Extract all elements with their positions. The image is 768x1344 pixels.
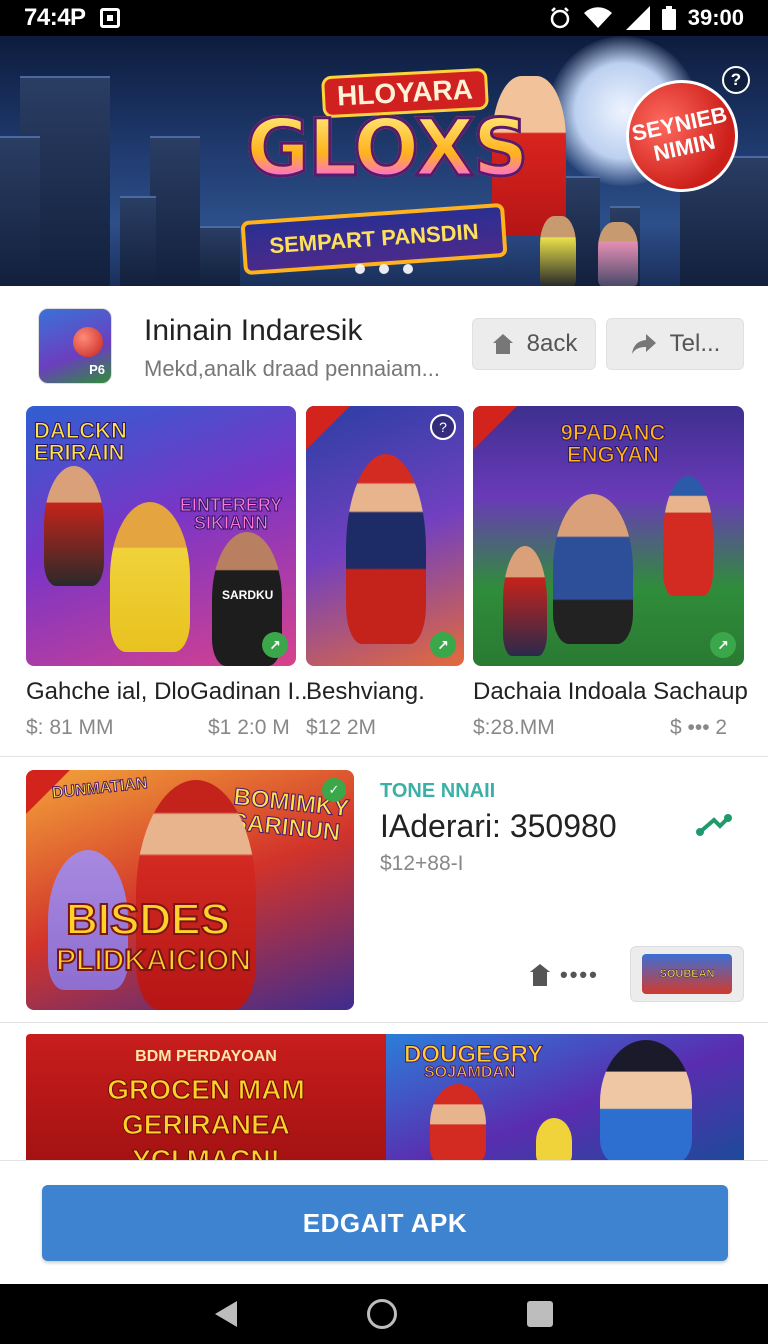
ball-graphic	[73, 327, 103, 357]
notification-icon	[99, 8, 120, 28]
crowd-character	[540, 216, 576, 286]
home-icon	[492, 334, 513, 354]
crowd-character	[598, 222, 638, 286]
featured-image[interactable]: DUNMATIAN BOMIMKY SARINUN BISDES PLIDKAI…	[26, 770, 354, 1010]
logo-main-text: GLOXS	[245, 103, 531, 196]
card-title-graphic: 9PADANC ENGYAN	[560, 420, 666, 467]
app-title: Ininain Indaresik	[144, 314, 363, 347]
card-corner-ribbon	[473, 406, 517, 450]
divider	[0, 756, 768, 757]
player-character	[600, 1040, 692, 1160]
bear-mascot	[536, 1118, 572, 1160]
more-options[interactable]: ••••	[530, 962, 599, 988]
app-header: P6 Ininain Indaresik Mekd,analk draad pe…	[0, 300, 768, 400]
building	[200, 226, 240, 286]
promo-big-line1: GROCEN MAM GERIRANEA	[107, 1074, 306, 1141]
feature-thumbnail[interactable]: SOUBEAN	[630, 946, 744, 1002]
home-circle-icon[interactable]	[367, 1299, 397, 1329]
promo-right-line1: DOUGEGRY	[403, 1041, 544, 1068]
player-character	[503, 546, 547, 656]
recents-icon[interactable]	[527, 1301, 553, 1327]
feature-tag: TONE NNAII	[380, 780, 496, 802]
card-price: $12 2M	[306, 716, 377, 739]
promo-small-text: BDM PERDAYOAN	[135, 1048, 277, 1065]
card-price: $: 81 MM	[26, 716, 114, 739]
player-character	[346, 454, 426, 644]
promo-big-text: GROCEN MAM GERIRANEA YCI MACN!	[26, 1072, 386, 1161]
more-dots: ••••	[560, 962, 599, 987]
info-icon[interactable]: ?	[430, 414, 456, 440]
promo-banner[interactable]: BDM PERDAYOAN GROCEN MAM GERIRANEA YCI M…	[26, 1034, 744, 1160]
wifi-icon	[583, 7, 612, 29]
carousel-dot[interactable]	[403, 264, 413, 274]
share-button-label: Tel...	[669, 330, 721, 357]
bottom-action-bar: EDGAIT APK	[0, 1160, 768, 1284]
feature-title[interactable]: IAderari: 350980	[380, 808, 617, 845]
battery-icon	[661, 6, 676, 30]
promo-left: BDM PERDAYOAN GROCEN MAM GERIRANEA YCI M…	[26, 1034, 386, 1160]
thumbnail-image: SOUBEAN	[642, 954, 732, 994]
card-label[interactable]: Dachaia Indoala Sachaup	[473, 678, 748, 706]
app-subtitle: Mekd,analk draad pennaiam...	[144, 356, 440, 381]
carousel-dot[interactable]	[379, 264, 389, 274]
carousel-dots	[0, 264, 768, 274]
card-action-icon[interactable]: ↗	[262, 632, 288, 658]
divider	[0, 1022, 768, 1023]
player-character	[430, 1084, 486, 1160]
card-price: $:28.MM	[473, 716, 555, 739]
home-icon	[530, 964, 550, 986]
system-nav-bar	[0, 1284, 768, 1344]
status-bar: 74:4P 39:00	[0, 0, 768, 36]
card-action-icon[interactable]: ✓	[322, 778, 346, 802]
feature-image-text-main: BISDES	[65, 895, 231, 944]
share-network-icon[interactable]	[696, 812, 732, 840]
game-card[interactable]: 9PADANC ENGYAN ↗	[473, 406, 744, 666]
signal-icon	[625, 6, 650, 30]
back-button-label: 8ack	[526, 330, 578, 357]
battery-percent: 39:00	[687, 5, 744, 30]
bear-mascot	[110, 502, 190, 652]
game-card[interactable]: DALCKN ERIRAIN EINTERERY SIKIANN SARDKU …	[26, 406, 296, 666]
game-logo: HLOYARA GLOXS SEMPART PANSDIN	[236, 64, 536, 276]
download-apk-button[interactable]: EDGAIT APK	[42, 1185, 728, 1261]
game-card[interactable]: ? ↗	[306, 406, 464, 666]
player-character	[44, 466, 104, 586]
card-price: $ ••• 2	[670, 716, 728, 739]
promo-big-line2: YCI MACN!	[132, 1144, 281, 1161]
card-label[interactable]: Gahche ial, DloGadinan I..	[26, 678, 308, 706]
feature-price: $12+88-I	[380, 852, 464, 875]
share-button[interactable]: Tel...	[606, 318, 744, 370]
feature-image-text-sub: PLIDKAICION	[55, 943, 252, 978]
card-action-icon[interactable]: ↗	[430, 632, 456, 658]
app-icon[interactable]: P6	[38, 308, 112, 384]
card-action-icon[interactable]: ↗	[710, 632, 736, 658]
card-subtitle-graphic: EINTERERY SIKIANN	[179, 495, 283, 533]
status-icons: 39:00	[548, 5, 744, 31]
back-icon[interactable]	[215, 1301, 237, 1327]
card-label[interactable]: Beshviang.	[306, 678, 425, 706]
carousel-dot[interactable]	[355, 264, 365, 274]
card-price: $1 2:0 M	[208, 716, 290, 739]
promo-right-title: DOUGEGRY SOJAMDAN	[403, 1041, 544, 1081]
card-title-graphic: DALCKN ERIRAIN	[34, 418, 128, 465]
promo-right: DOUGEGRY SOJAMDAN	[386, 1034, 744, 1160]
hero-banner[interactable]: HLOYARA GLOXS SEMPART PANSDIN SEYNIEB NI…	[0, 36, 768, 286]
share-arrow-icon	[631, 334, 656, 354]
card-jersey-text: SARDKU	[222, 588, 274, 602]
app-icon-tag: P6	[89, 362, 105, 377]
status-time: 74:4P	[24, 4, 86, 31]
back-button[interactable]: 8ack	[472, 318, 596, 370]
card-corner-ribbon	[306, 406, 350, 450]
player-character	[663, 476, 713, 596]
info-icon[interactable]: ?	[722, 66, 750, 94]
alarm-icon	[550, 7, 569, 29]
player-character	[553, 494, 633, 644]
